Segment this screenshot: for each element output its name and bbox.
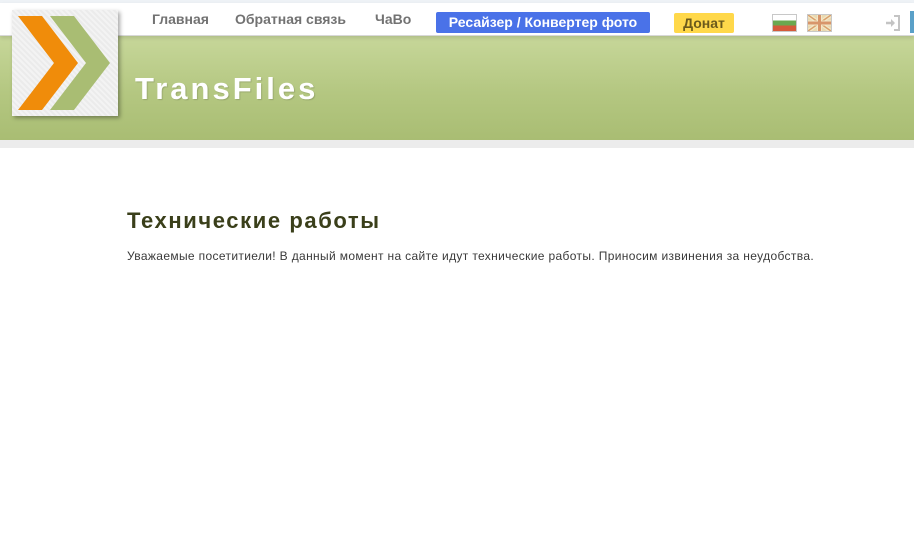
login-icon[interactable] [884, 14, 902, 32]
page-title: Технические работы [127, 208, 381, 233]
top-navigation-bar: Главная Обратная связь ЧаВо Ресайзер / К… [0, 3, 914, 36]
nav-feedback-link[interactable]: Обратная связь [235, 11, 346, 27]
russian-flag-icon[interactable] [772, 14, 797, 32]
nav-resizer-button[interactable]: Ресайзер / Конвертер фото [436, 12, 650, 33]
uk-flag-icon[interactable] [807, 14, 832, 32]
header-bottom-strip [0, 140, 914, 148]
nav-home-link[interactable]: Главная [152, 11, 209, 27]
nav-donate-button[interactable]: Донат [674, 13, 734, 33]
nav-faq-link[interactable]: ЧаВо [375, 11, 411, 27]
edge-widget [910, 11, 914, 33]
maintenance-message: Уважаемые посетитиели! В данный момент н… [127, 249, 815, 263]
site-title: TransFiles [135, 71, 319, 106]
chevron-arrows-logo[interactable] [12, 10, 118, 116]
